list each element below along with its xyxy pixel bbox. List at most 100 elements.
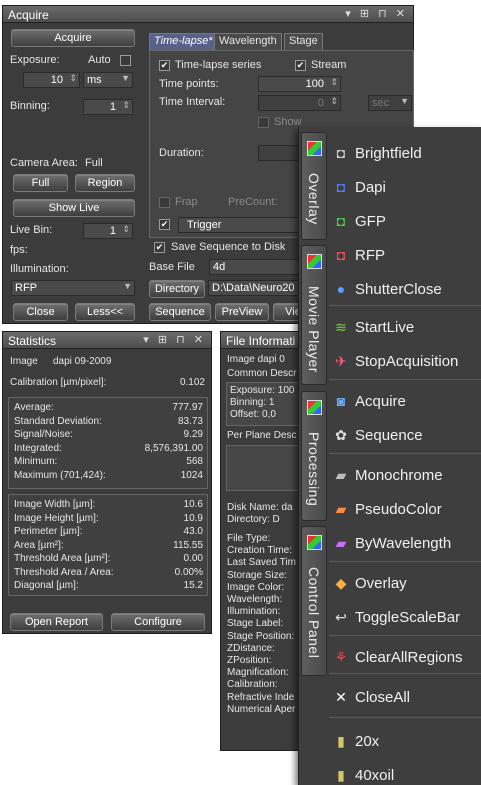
tab-control-panel[interactable]: Control Panel xyxy=(301,526,327,676)
directory-button[interactable]: Directory xyxy=(149,280,205,298)
show-checkbox[interactable] xyxy=(258,117,269,128)
toolbox-separator xyxy=(329,453,481,454)
tab-stage[interactable]: Stage xyxy=(284,33,323,50)
tab-movie-player[interactable]: Movie Player xyxy=(301,245,327,385)
toolbox-separator xyxy=(329,717,481,718)
toolbox-item-label: ByWavelength xyxy=(355,535,452,552)
illumination-select[interactable]: RFP ▼ xyxy=(11,280,135,296)
exposure-value: 10 xyxy=(50,74,63,86)
spin-arrows-icon: ⇕ xyxy=(330,96,338,106)
tab-movie-player-label: Movie Player xyxy=(306,286,322,373)
stat-value: 10.9 xyxy=(183,512,203,524)
directory-input[interactable]: D:\Data\Neuro20 xyxy=(208,280,308,296)
spin-arrows-icon[interactable]: ⇕ xyxy=(122,100,130,111)
window-controls-icon[interactable]: ▾ ⊞ ⊓ ✕ xyxy=(143,333,206,346)
calibration-label: Calibration [µm/pixel]: xyxy=(10,377,107,388)
stat-value: 568 xyxy=(186,456,203,467)
file-info-field: Wavelength: xyxy=(227,594,283,605)
tab-time-lapse[interactable]: Time-lapse* xyxy=(149,33,218,50)
toolbox-item-label: ClearAllRegions xyxy=(355,649,463,666)
time-interval-unit-value: sec xyxy=(372,97,390,109)
exposure-input[interactable]: 10 ⇕ xyxy=(23,72,80,88)
stat-label: Maximum (701,424): xyxy=(14,469,106,481)
file-info-field: Stage Position: xyxy=(227,630,295,642)
tab-processing[interactable]: Processing xyxy=(301,391,327,521)
per-plane-description-label: Per Plane Desc xyxy=(227,430,297,441)
sequence-button[interactable]: Sequence xyxy=(149,303,211,321)
stat-value: 15.2 xyxy=(183,580,203,591)
stat-value: 0.00 xyxy=(183,553,203,564)
frap-label: Frap xyxy=(175,196,198,208)
time-interval-unit-select[interactable]: sec ▼ xyxy=(368,95,412,111)
toolbox-item-label: Dapi xyxy=(355,179,386,196)
objective-20x-icon: ▮ xyxy=(337,733,345,749)
time-interval-input[interactable]: 0 ⇕ xyxy=(258,95,341,111)
binning-input[interactable]: 1 ⇕ xyxy=(83,99,133,115)
sequence-icon: ✿ xyxy=(335,427,347,443)
calibration-value: 0.102 xyxy=(179,377,205,388)
base-file-input[interactable]: 4d xyxy=(209,259,309,275)
configure-button[interactable]: Configure xyxy=(111,613,205,631)
file-info-field: Refractive Inde xyxy=(227,691,295,703)
directory-value: D:\Data\Neuro20 xyxy=(212,282,295,294)
image-label: Image xyxy=(10,356,38,367)
stat-label: Threshold Area / Area: xyxy=(14,566,114,578)
toolbox-item-label: Acquire xyxy=(355,393,406,410)
spin-arrows-icon[interactable]: ⇕ xyxy=(69,73,77,84)
spin-arrows-icon[interactable]: ⇕ xyxy=(122,224,130,235)
acquire-button[interactable]: Acquire xyxy=(11,29,135,47)
stream-label: Stream xyxy=(311,59,347,71)
trigger-select[interactable]: Trigger xyxy=(178,217,303,233)
toolbox-item-label: StopAcquisition xyxy=(355,353,459,370)
show-live-button[interactable]: Show Live xyxy=(13,199,135,217)
exposure-unit-value: ms xyxy=(87,74,102,86)
open-report-button[interactable]: Open Report xyxy=(10,613,103,631)
file-info-field: Numerical Aper xyxy=(227,703,296,715)
chevron-down-icon: ▼ xyxy=(123,281,132,291)
file-info-field: Magnification: xyxy=(227,667,289,679)
stat-value: 115.55 xyxy=(173,539,203,551)
tab-wavelength[interactable]: Wavelength xyxy=(214,33,282,50)
region-button[interactable]: Region xyxy=(75,174,135,192)
binning-label: Binning: xyxy=(10,100,50,112)
tab-overlay[interactable]: Overlay xyxy=(301,132,327,240)
bywavelength-icon: ▰ xyxy=(335,535,347,551)
acquire-title: Acquire xyxy=(8,8,49,22)
exposure-unit-select[interactable]: ms ▼ xyxy=(83,72,133,88)
time-lapse-series-checkbox[interactable]: ✔ xyxy=(159,60,170,71)
save-sequence-label: Save Sequence to Disk xyxy=(171,241,286,253)
objective-40x-icon: ▮ xyxy=(337,767,345,783)
trigger-checkbox[interactable]: ✔ xyxy=(159,219,170,230)
acquire-camera-icon: ◙ xyxy=(336,393,346,409)
stream-checkbox[interactable]: ✔ xyxy=(295,60,306,71)
stat-label: Image Height [µm]: xyxy=(14,512,99,524)
toolbox-item-label: Monochrome xyxy=(355,467,443,484)
preview-button[interactable]: PreView xyxy=(215,303,269,321)
precount-label: PreCount: xyxy=(228,196,278,208)
common-description-label: Common Descr xyxy=(227,368,297,379)
window-controls-icon[interactable]: ▾ ⊞ ⊓ ✕ xyxy=(345,7,408,20)
live-bin-input[interactable]: 1 ⇕ xyxy=(83,223,133,239)
frap-checkbox[interactable] xyxy=(159,197,170,208)
stat-label: Integrated: xyxy=(14,442,62,454)
file-info-field: Calibration: xyxy=(227,679,278,691)
description-line: Binning: 1 xyxy=(230,397,275,408)
full-button[interactable]: Full xyxy=(13,174,68,192)
toolbox-item-label: PseudoColor xyxy=(355,501,442,518)
palette-icon xyxy=(307,535,322,550)
stat-label: Signal/Noise: xyxy=(14,429,73,440)
save-sequence-checkbox[interactable]: ✔ xyxy=(154,242,165,253)
start-live-icon: ≋ xyxy=(335,319,347,335)
chevron-down-icon: ▼ xyxy=(400,96,409,106)
spin-arrows-icon[interactable]: ⇕ xyxy=(330,77,338,88)
stat-label: Diagonal [µm]: xyxy=(14,580,79,591)
toolbox-item-label: ShutterClose xyxy=(355,281,442,298)
time-lapse-series-label: Time-lapse series xyxy=(175,59,262,71)
auto-checkbox[interactable] xyxy=(120,55,131,66)
live-bin-value: 1 xyxy=(109,225,116,237)
close-button[interactable]: Close xyxy=(13,303,68,321)
less-button[interactable]: Less<< xyxy=(75,303,135,321)
stop-acquisition-icon: ✈ xyxy=(335,353,347,369)
overlay-icon: ◆ xyxy=(335,575,347,591)
time-points-input[interactable]: 100 ⇕ xyxy=(258,76,341,92)
